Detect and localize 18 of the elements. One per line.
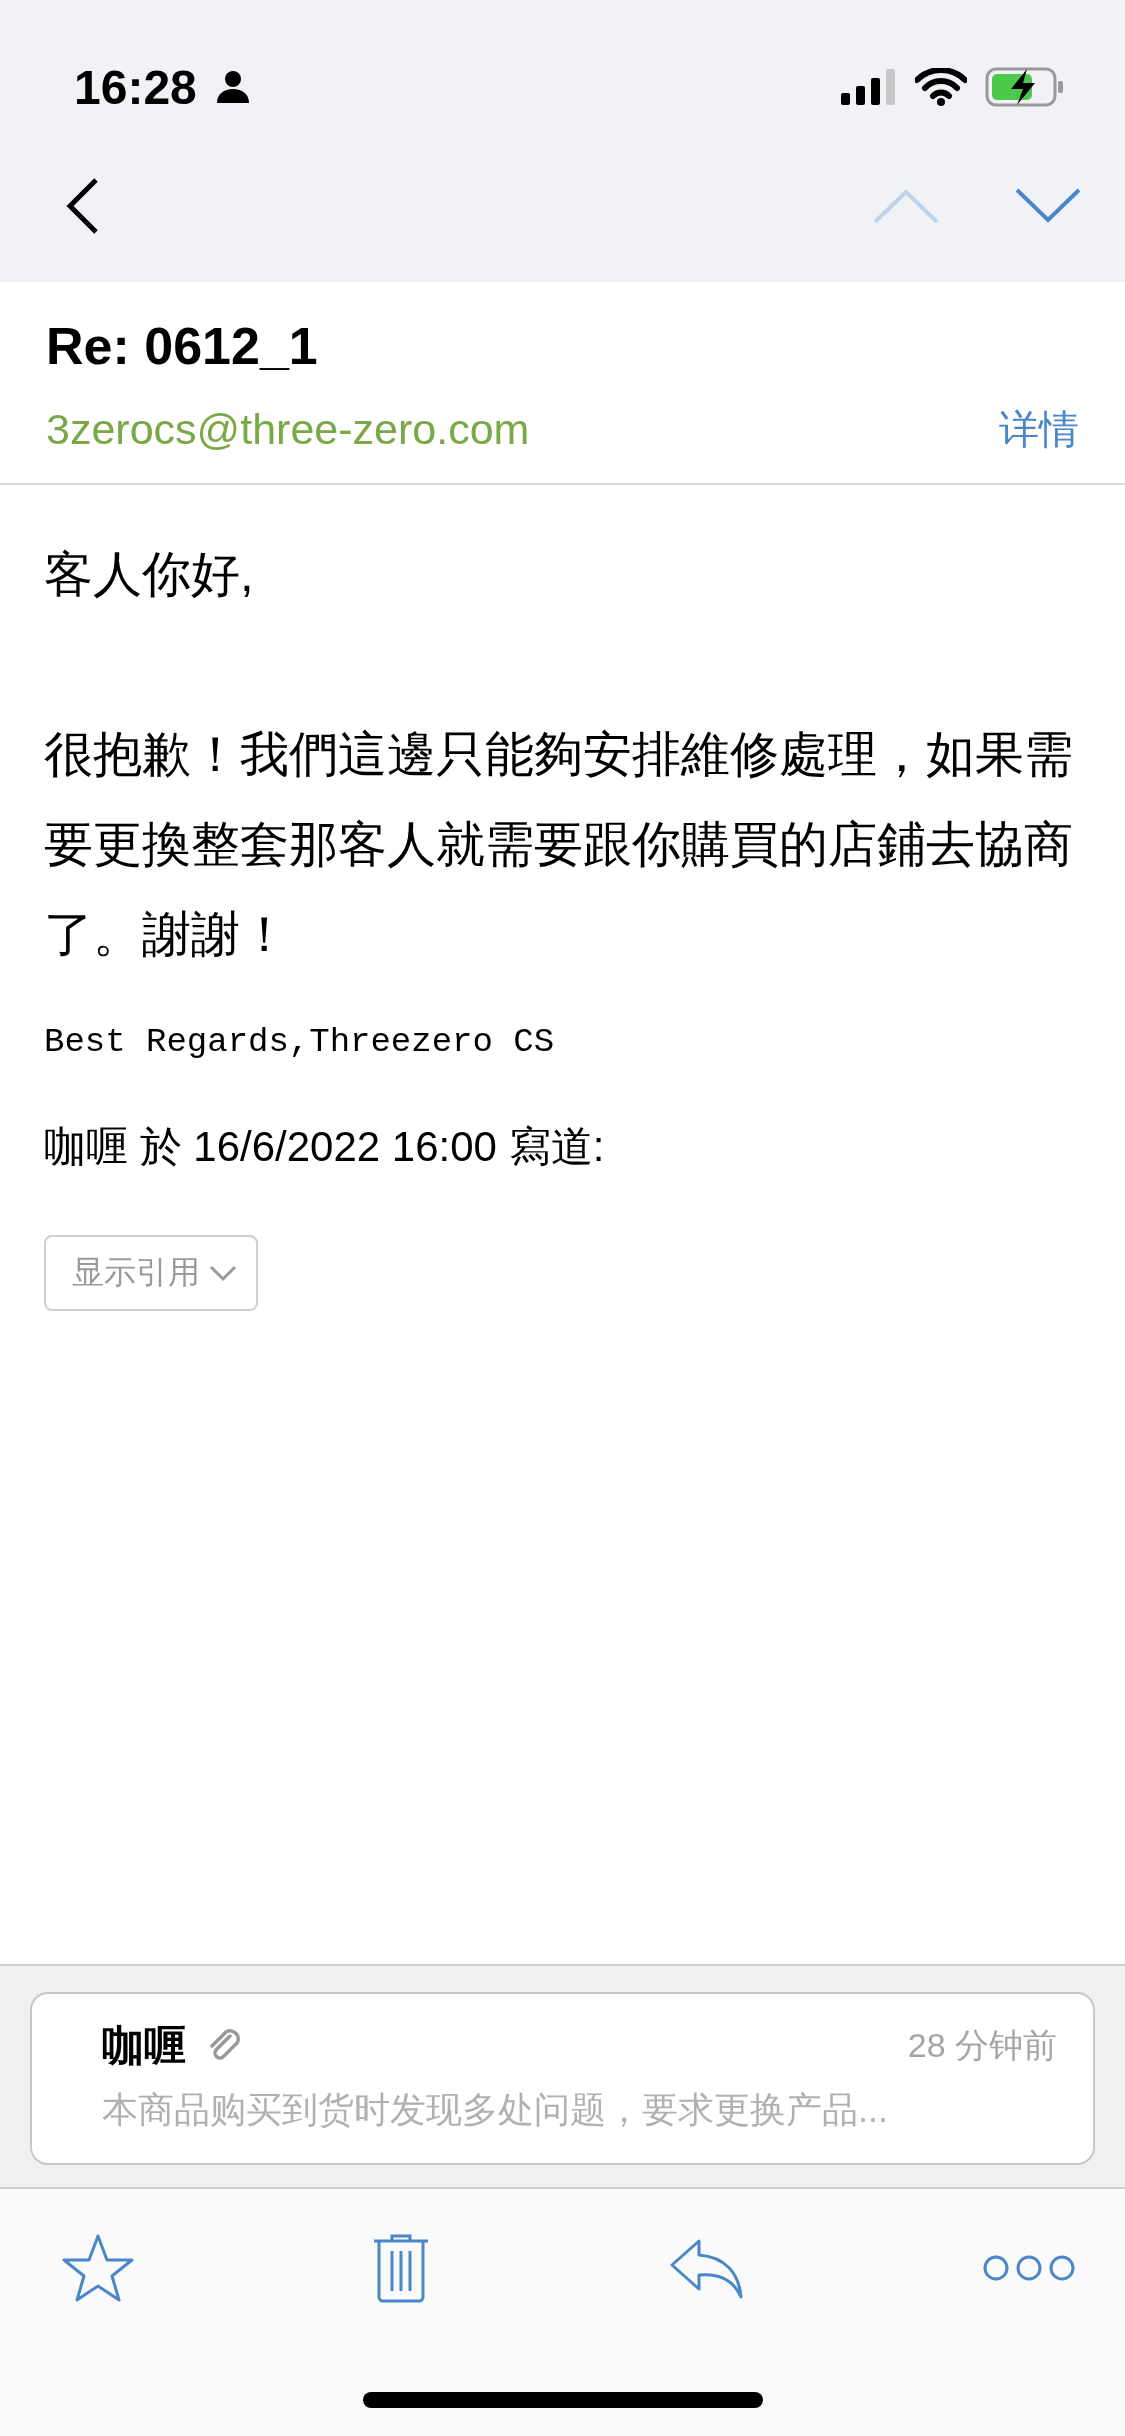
thread-sender: 咖喱	[102, 2021, 186, 2071]
battery-charging-icon	[985, 67, 1065, 107]
details-link[interactable]: 详情	[999, 402, 1079, 457]
greeting-text: 客人你好,	[44, 546, 255, 603]
wifi-icon	[915, 68, 967, 106]
show-quote-button[interactable]: 显示引用	[44, 1235, 258, 1311]
thread-message-card[interactable]: 咖喱 28 分钟前 本商品购买到货时发现多处问题，要求更换产品...	[30, 1992, 1095, 2165]
signal-icon	[841, 69, 897, 105]
message-paragraph: 很抱歉！我們這邊只能夠安排維修處理，如果需要更換整套那客人就需要跟你購買的店鋪去協商了。謝謝！	[44, 726, 1074, 963]
sender-address: 3zerocs@three-zero.com	[46, 405, 530, 454]
quote-header: 咖喱 於 16/6/2022 16:00 寫道:	[44, 1122, 606, 1172]
thread-preview: 本商品购买到货时发现多处问题，要求更换产品...	[102, 2088, 889, 2132]
status-time: 16:28	[74, 59, 197, 115]
thread-time: 28 分钟前	[907, 2025, 1057, 2066]
chevron-down-icon	[208, 1263, 238, 1283]
email-subject: Re: 0612_1	[46, 316, 319, 376]
person-icon	[214, 69, 251, 105]
signature-text: Best Regards,Threezero CS	[44, 1023, 556, 1061]
